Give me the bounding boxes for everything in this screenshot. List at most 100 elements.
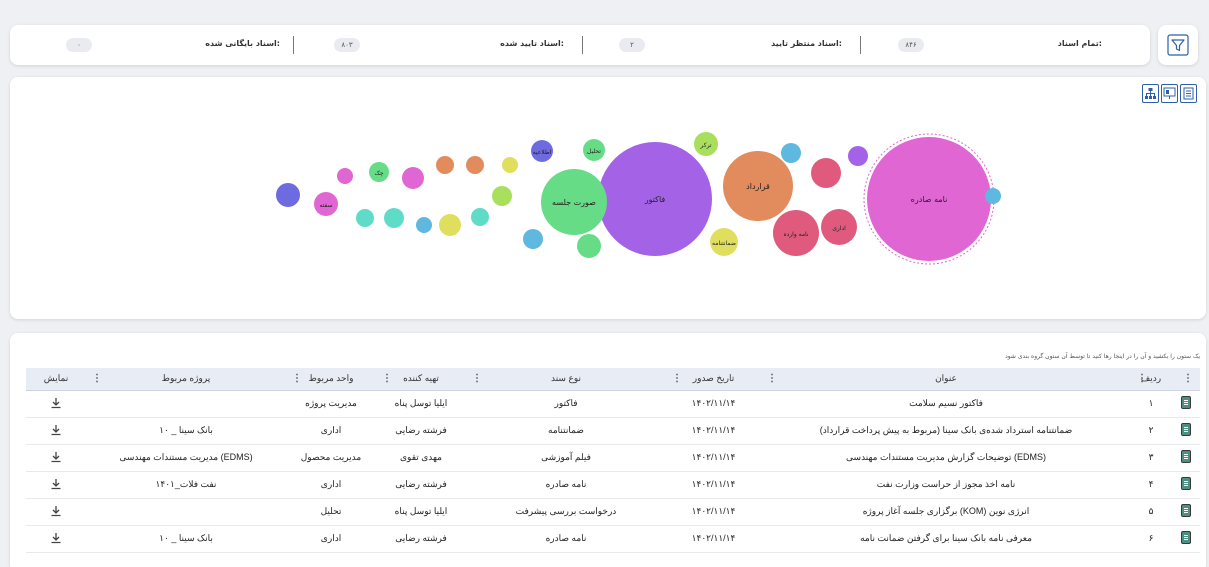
column-header-show[interactable]: نمایش bbox=[26, 368, 86, 391]
column-header-menu[interactable]: ⋮ bbox=[1171, 368, 1200, 391]
download-button[interactable] bbox=[26, 444, 86, 471]
bubble-circle[interactable] bbox=[402, 167, 424, 189]
document-icon[interactable] bbox=[1180, 531, 1191, 544]
bubble-circle[interactable] bbox=[416, 217, 432, 233]
document-icon[interactable] bbox=[1180, 504, 1191, 517]
table-row[interactable]: نفت فلات_۱۴۰۱ اداری فرشته رضایی نامه صادره ۱… bbox=[26, 471, 1200, 498]
download-icon[interactable] bbox=[50, 397, 62, 409]
table-row[interactable]: مدیریت پروژه ایلیا توسل پناه فاکتور ۱۴۰۲/۱۱… bbox=[26, 390, 1200, 417]
bubble[interactable] bbox=[577, 234, 601, 258]
bubble-circle[interactable] bbox=[577, 234, 601, 258]
bubble[interactable] bbox=[439, 214, 461, 236]
bubble[interactable] bbox=[402, 167, 424, 189]
bubble[interactable]: نامه وارده bbox=[773, 210, 819, 256]
bubble[interactable] bbox=[356, 209, 374, 227]
cell-creator: فرشته رضایی bbox=[395, 425, 447, 435]
download-button[interactable] bbox=[26, 417, 86, 444]
column-header-creator[interactable]: ⋮ تهیه کننده bbox=[376, 368, 466, 391]
column-header-row[interactable]: ⋮ ردیف bbox=[1131, 368, 1171, 391]
column-header-type[interactable]: ⋮ نوع سند bbox=[466, 368, 666, 391]
divider bbox=[860, 36, 861, 54]
bubble[interactable] bbox=[985, 188, 1001, 204]
bubble-circle[interactable] bbox=[563, 181, 579, 197]
download-icon[interactable] bbox=[50, 424, 62, 436]
cell-project: بانک سینا _ ۱۰ bbox=[159, 425, 213, 435]
table-row[interactable]: مدیریت مستندات مهندسی (EDMS) مدیریت محصول… bbox=[26, 444, 1200, 471]
bubble[interactable]: چک bbox=[369, 162, 389, 182]
download-icon[interactable] bbox=[50, 451, 62, 463]
bubble-circle[interactable] bbox=[811, 158, 841, 188]
column-header-title[interactable]: ⋮ عنوان bbox=[761, 368, 1131, 391]
bubble[interactable]: ضمانتنامه bbox=[710, 228, 738, 256]
cell-creator: ایلیا توسل پناه bbox=[394, 398, 448, 408]
document-icon[interactable] bbox=[1180, 477, 1191, 490]
bubble[interactable]: ترکر bbox=[694, 132, 718, 156]
bubble-label: ضمانتنامه bbox=[712, 240, 736, 247]
download-icon[interactable] bbox=[50, 478, 62, 490]
bubble[interactable] bbox=[523, 229, 543, 249]
bubble-circle[interactable] bbox=[356, 209, 374, 227]
document-icon[interactable] bbox=[1180, 396, 1191, 409]
bubble[interactable]: فاکتور bbox=[598, 142, 712, 256]
bubble-circle[interactable] bbox=[337, 168, 353, 184]
bubble[interactable] bbox=[502, 157, 518, 173]
bubble-circle[interactable] bbox=[781, 143, 801, 163]
cell-project: نفت فلات_۱۴۰۱ bbox=[155, 479, 217, 489]
documents-table-card: یک ستون را بکشید و آن را در اینجا رها کن… bbox=[10, 333, 1206, 567]
bubble-label: نامه صادره bbox=[911, 195, 948, 204]
bubble[interactable]: تحلیل bbox=[583, 139, 605, 161]
download-icon[interactable] bbox=[50, 505, 62, 517]
bubble[interactable] bbox=[781, 143, 801, 163]
download-button[interactable] bbox=[26, 525, 86, 552]
bubble-circle[interactable] bbox=[384, 208, 404, 228]
table-row[interactable]: بانک سینا _ ۱۰ اداری فرشته رضایی ضمانتنامه ۱… bbox=[26, 417, 1200, 444]
bubble[interactable] bbox=[471, 208, 489, 226]
open-document-button[interactable] bbox=[1171, 498, 1200, 525]
open-document-button[interactable] bbox=[1171, 444, 1200, 471]
bubble[interactable] bbox=[466, 156, 484, 174]
bubble-circle[interactable] bbox=[466, 156, 484, 174]
bubble[interactable] bbox=[416, 217, 432, 233]
bubble[interactable] bbox=[848, 146, 868, 166]
bubble[interactable] bbox=[436, 156, 454, 174]
bubble[interactable] bbox=[563, 181, 579, 197]
bubble[interactable] bbox=[337, 168, 353, 184]
download-icon[interactable] bbox=[50, 532, 62, 544]
bubble-circle[interactable] bbox=[848, 146, 868, 166]
document-icon[interactable] bbox=[1180, 423, 1191, 436]
open-document-button[interactable] bbox=[1171, 525, 1200, 552]
approved-docs-label: اسناد تایید شده: bbox=[500, 39, 564, 48]
bubble-circle[interactable] bbox=[502, 157, 518, 173]
bubble[interactable]: قرارداد bbox=[723, 151, 793, 221]
bubble[interactable]: سفته bbox=[314, 192, 338, 216]
column-header-project[interactable]: ⋮ پروژه مربوط bbox=[86, 368, 286, 391]
bubble[interactable] bbox=[492, 186, 512, 206]
open-document-button[interactable] bbox=[1171, 417, 1200, 444]
bubble[interactable]: اطلاعیه bbox=[531, 140, 553, 162]
bubble[interactable] bbox=[384, 208, 404, 228]
open-document-button[interactable] bbox=[1171, 390, 1200, 417]
bubble-circle[interactable] bbox=[436, 156, 454, 174]
table-row[interactable]: بانک سینا _ ۱۰ اداری فرشته رضایی نامه صادره… bbox=[26, 525, 1200, 552]
open-document-button[interactable] bbox=[1171, 471, 1200, 498]
bubble[interactable]: نامه صادره bbox=[863, 133, 995, 265]
column-header-unit[interactable]: ⋮ واحد مربوط bbox=[286, 368, 376, 391]
bubble-circle[interactable] bbox=[276, 183, 300, 207]
filter-button[interactable] bbox=[1158, 25, 1198, 65]
bubble[interactable] bbox=[276, 183, 300, 207]
bubble[interactable] bbox=[811, 158, 841, 188]
column-header-date[interactable]: ⋮ تاریخ صدور bbox=[666, 368, 761, 391]
download-button[interactable] bbox=[26, 390, 86, 417]
download-button[interactable] bbox=[26, 471, 86, 498]
document-icon[interactable] bbox=[1180, 450, 1191, 463]
bubble[interactable]: صورت جلسه bbox=[541, 169, 607, 235]
bubble-circle[interactable] bbox=[471, 208, 489, 226]
table-row[interactable]: تحلیل ایلیا توسل پناه درخواست بررسی پیشرفت… bbox=[26, 498, 1200, 525]
bubble[interactable]: اداری bbox=[821, 209, 857, 245]
cell-unit: اداری bbox=[320, 479, 342, 489]
bubble-circle[interactable] bbox=[439, 214, 461, 236]
bubble-circle[interactable] bbox=[523, 229, 543, 249]
download-button[interactable] bbox=[26, 498, 86, 525]
bubble-circle[interactable] bbox=[492, 186, 512, 206]
bubble-circle[interactable] bbox=[985, 188, 1001, 204]
